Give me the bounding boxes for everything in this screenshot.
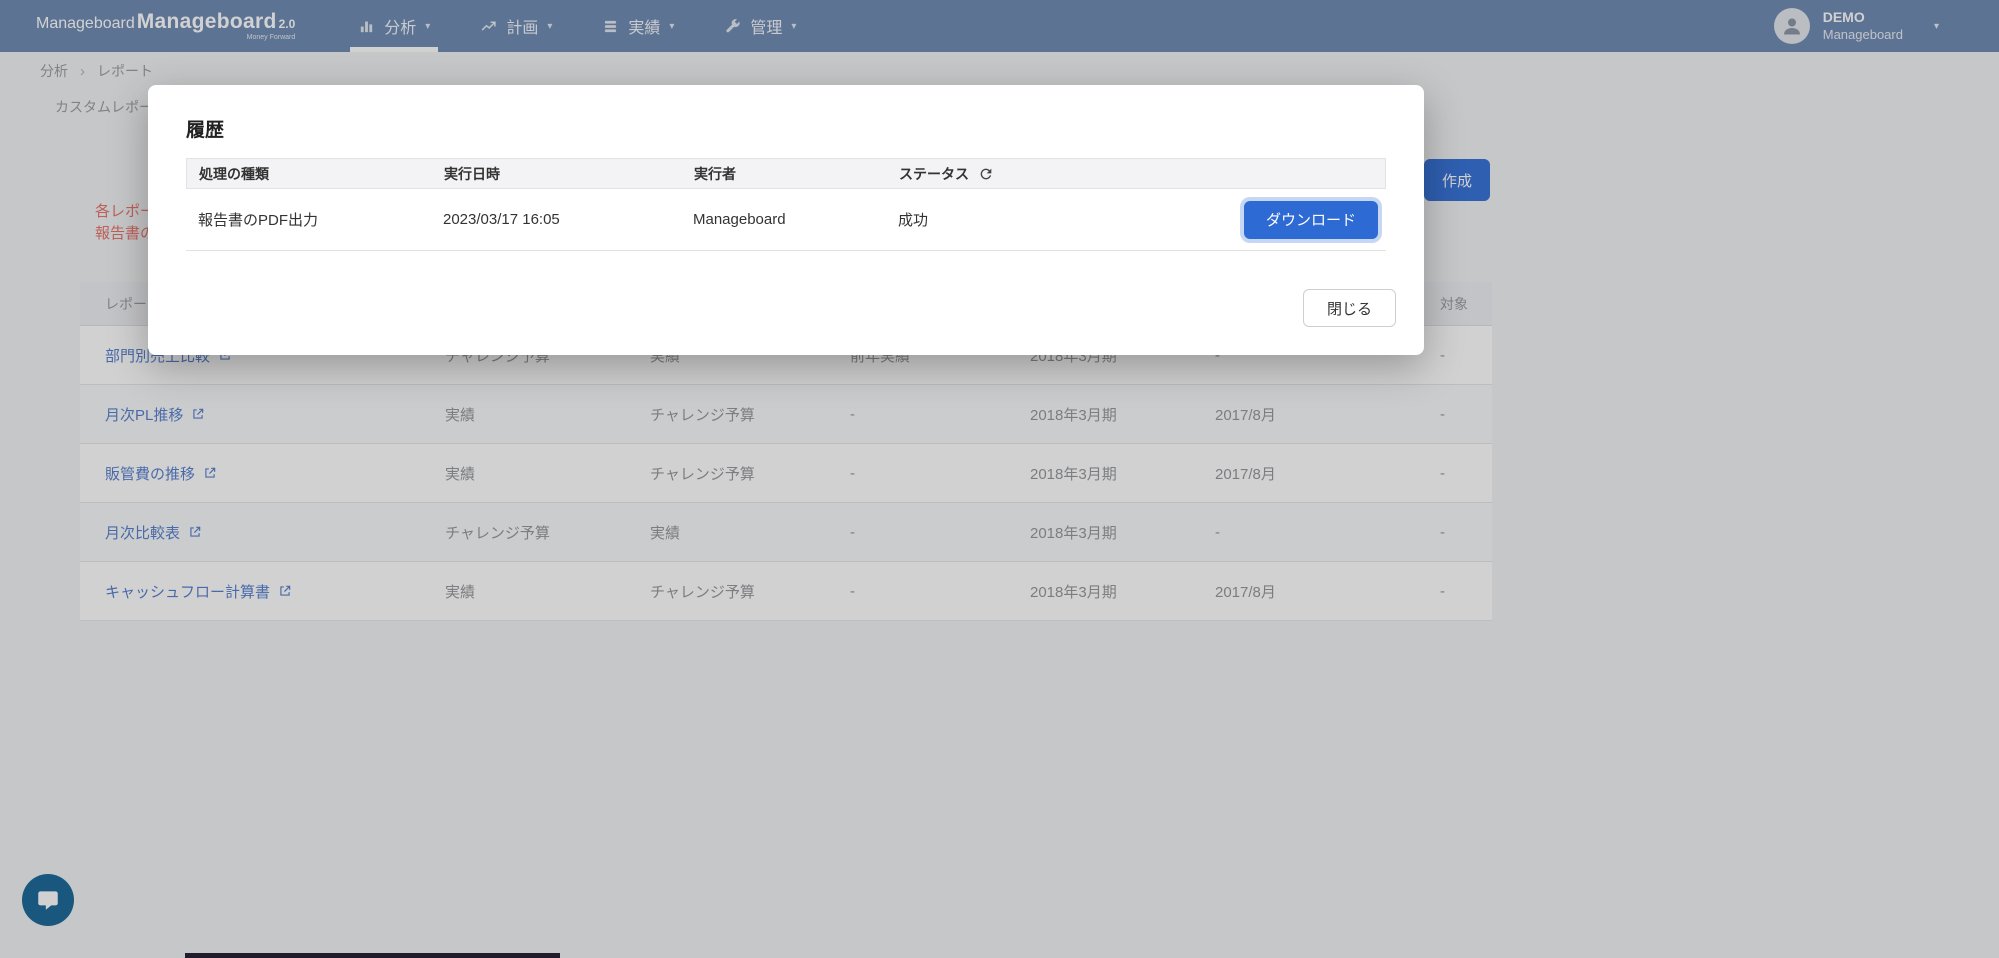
- history-type: 報告書のPDF出力: [198, 212, 319, 229]
- history-executor: Manageboard: [693, 211, 786, 228]
- history-row: 報告書のPDF出力 2023/03/17 16:05 Manageboard 成…: [186, 189, 1386, 251]
- download-button[interactable]: ダウンロード: [1243, 200, 1378, 239]
- history-table: 処理の種類 実行日時 実行者 ステータス 報告書のPDF出力 2023/03/1…: [186, 158, 1386, 251]
- history-modal: 履歴 処理の種類 実行日時 実行者 ステータス 報告書のPDF出力 2023/0…: [148, 85, 1424, 355]
- column-header-type: 処理の種類: [199, 165, 269, 182]
- column-header-executor: 実行者: [694, 165, 736, 182]
- modal-title: 履歴: [186, 120, 225, 141]
- refresh-icon[interactable]: [978, 166, 994, 182]
- column-header-status: ステータス: [899, 165, 969, 182]
- close-button[interactable]: 閉じる: [1302, 289, 1396, 327]
- history-datetime: 2023/03/17 16:05: [443, 211, 560, 228]
- column-header-datetime: 実行日時: [444, 165, 500, 182]
- history-table-header: 処理の種類 実行日時 実行者 ステータス: [186, 158, 1386, 189]
- history-status: 成功: [898, 212, 929, 229]
